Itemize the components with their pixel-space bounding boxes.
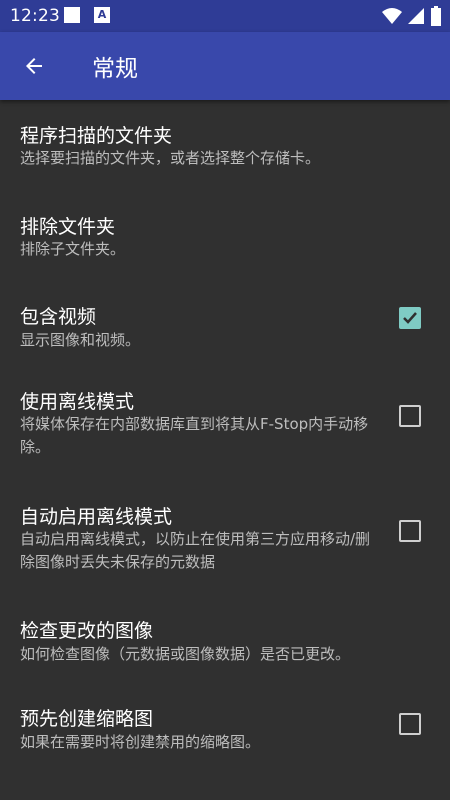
setting-summary: 将媒体保存在内部数据库直到将其从F-Stop内手动移除。 — [20, 415, 369, 456]
setting-summary: 选择要扫描的文件夹，或者选择整个存储卡。 — [20, 149, 321, 167]
app-notification-icon: A — [94, 7, 110, 23]
status-icons — [381, 5, 442, 27]
setting-offline-mode[interactable]: 使用离线模式 将媒体保存在内部数据库直到将其从F-Stop内手动移除。 — [0, 376, 450, 492]
setting-summary: 如果在需要时将创建禁用的缩略图。 — [20, 733, 261, 751]
settings-list: 程序扫描的文件夹 选择要扫描的文件夹，或者选择整个存储卡。 排除文件夹 排除子文… — [0, 100, 450, 790]
setting-include-videos[interactable]: 包含视频 显示图像和视频。 — [0, 284, 450, 376]
setting-summary: 自动启用离线模式，以防止在使用第三方应用移动/删除图像时丢失未保存的元数据 — [20, 530, 371, 571]
setting-title: 包含视频 — [20, 306, 97, 328]
battery-icon — [431, 5, 441, 26]
app-bar: 常规 — [0, 32, 450, 100]
setting-pregenerate-thumbnails[interactable]: 预先创建缩略图 如果在需要时将创建禁用的缩略图。 — [0, 700, 450, 790]
checkmark-icon — [403, 312, 417, 324]
bottom-edge — [0, 790, 450, 800]
setting-summary: 排除子文件夹。 — [20, 240, 126, 258]
setting-check-changed-images[interactable]: 检查更改的图像 如何检查图像（元数据或图像数据）是否已更改。 — [0, 608, 450, 700]
setting-title: 排除文件夹 — [20, 216, 116, 238]
include-videos-checkbox[interactable] — [399, 307, 421, 329]
setting-title: 程序扫描的文件夹 — [20, 125, 173, 147]
setting-title: 预先创建缩略图 — [20, 708, 154, 730]
setting-exclude-folders[interactable]: 排除文件夹 排除子文件夹。 — [0, 192, 450, 284]
page-title: 常规 — [92, 56, 138, 82]
offline-mode-checkbox[interactable] — [399, 405, 421, 427]
setting-summary: 显示图像和视频。 — [20, 331, 141, 349]
pregenerate-thumbnails-checkbox[interactable] — [399, 713, 421, 735]
cell-signal-icon — [407, 7, 424, 24]
setting-title: 使用离线模式 — [20, 391, 135, 413]
arrow-back-icon — [26, 58, 42, 74]
status-bar: 12:23 A — [0, 0, 450, 32]
setting-summary: 如何检查图像（元数据或图像数据）是否已更改。 — [20, 645, 351, 663]
status-time: 12:23 — [10, 6, 60, 26]
auto-offline-mode-checkbox[interactable] — [399, 520, 421, 542]
setting-title: 检查更改的图像 — [20, 620, 154, 642]
back-button[interactable] — [20, 52, 48, 80]
wifi-icon — [381, 7, 402, 24]
setting-scan-folders[interactable]: 程序扫描的文件夹 选择要扫描的文件夹，或者选择整个存储卡。 — [0, 100, 450, 192]
setting-title: 自动启用离线模式 — [20, 506, 173, 528]
notification-icon — [64, 7, 80, 23]
setting-auto-offline-mode[interactable]: 自动启用离线模式 自动启用离线模式，以防止在使用第三方应用移动/删除图像时丢失未… — [0, 492, 450, 608]
